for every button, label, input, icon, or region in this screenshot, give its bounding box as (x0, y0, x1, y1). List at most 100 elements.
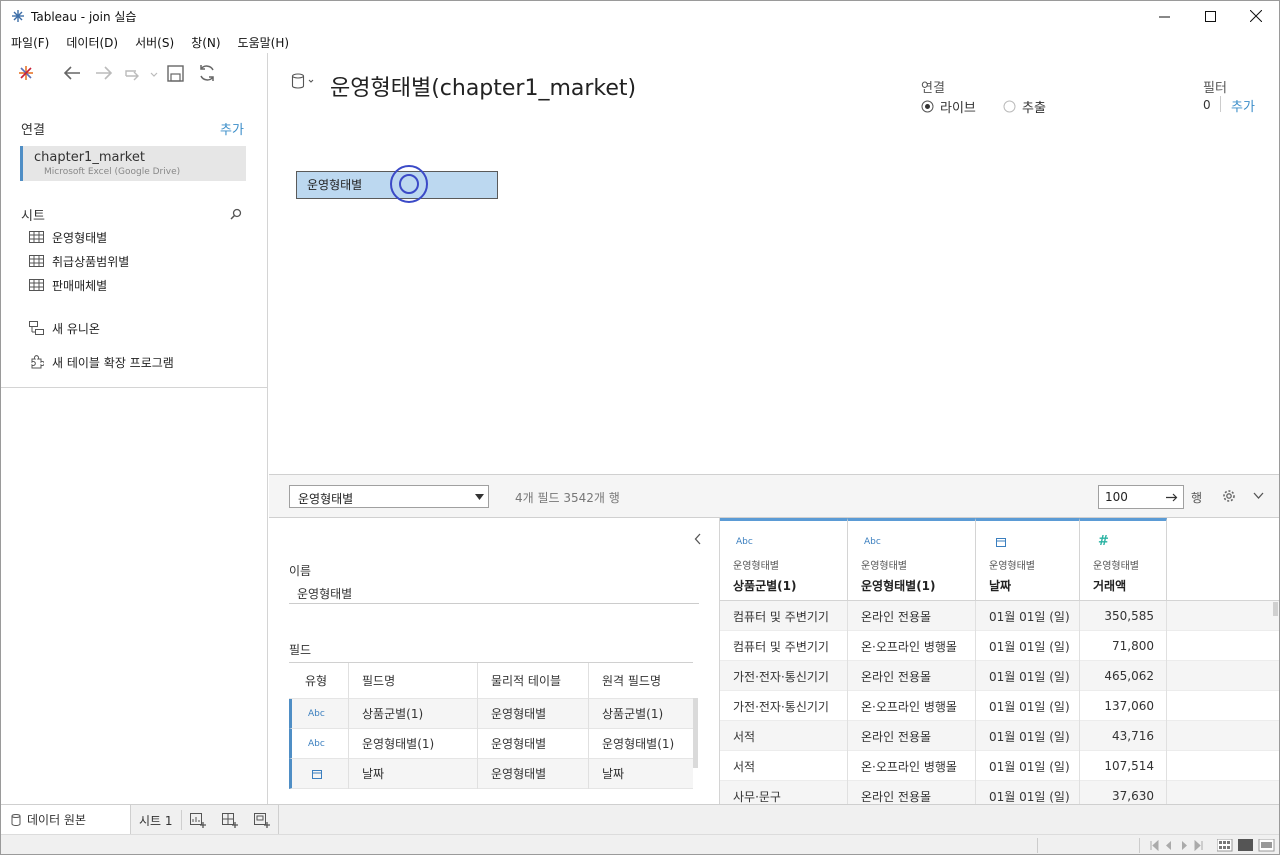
header-field-name[interactable]: 필드명 (349, 662, 478, 699)
table-cell[interactable]: 43,716 (1080, 721, 1167, 751)
header-remote-field[interactable]: 원격 필드명 (589, 663, 693, 699)
table-cell[interactable]: 465,062 (1080, 661, 1167, 691)
table-cell[interactable]: 01월 01일 (일) (976, 691, 1080, 721)
calendar-icon[interactable] (996, 537, 1006, 547)
table-cell[interactable]: 01월 01일 (일) (976, 721, 1080, 751)
table-cell[interactable]: 01월 01일 (일) (976, 631, 1080, 661)
chevron-down-icon[interactable] (1253, 492, 1264, 500)
table-cell[interactable]: 온·오프라인 병행몰 (848, 751, 976, 781)
table-cell[interactable]: 137,060 (1080, 691, 1167, 721)
back-arrow-icon[interactable] (63, 65, 81, 81)
type-string-icon[interactable]: Abc (736, 537, 753, 547)
field-name[interactable]: 상품군별(1) (349, 698, 478, 729)
table-cell[interactable]: 사무·문구 (720, 781, 848, 804)
maximize-button[interactable] (1187, 1, 1233, 31)
minimize-button[interactable] (1141, 1, 1187, 31)
tableau-home-icon[interactable] (18, 65, 34, 81)
table-row[interactable]: 가전·전자·통신기기 온라인 전용몰 01월 01일 (일) 465,062 (720, 661, 1279, 691)
table-cell[interactable]: 가전·전자·통신기기 (720, 661, 848, 691)
name-input[interactable]: 운영형태별 (289, 582, 699, 604)
sheet-item-1[interactable]: 운영형태별 (29, 227, 107, 247)
table-cell[interactable]: 350,585 (1080, 601, 1167, 631)
type-string-icon[interactable]: Abc (292, 698, 349, 729)
rows-input[interactable]: 100 (1098, 485, 1184, 509)
table-cell[interactable]: 01월 01일 (일) (976, 601, 1080, 631)
save-icon[interactable] (167, 65, 184, 82)
add-filter-link[interactable]: 추가 (1231, 96, 1255, 115)
table-cell[interactable]: 107,514 (1080, 751, 1167, 781)
tab-datasource[interactable]: 데이터 원본 (1, 805, 131, 834)
field-name[interactable]: 날짜 (349, 758, 478, 789)
table-cell[interactable]: 온·오프라인 병행몰 (848, 691, 976, 721)
column-header-2[interactable]: Abc 운영형태별 운영형태별(1) (848, 518, 976, 600)
header-physical-table[interactable]: 물리적 테이블 (478, 662, 589, 699)
new-worksheet-icon[interactable] (190, 812, 207, 828)
table-row[interactable]: 컴퓨터 및 주변기기 온라인 전용몰 01월 01일 (일) 350,585 (720, 601, 1279, 631)
gear-icon[interactable] (1222, 489, 1236, 503)
menu-server[interactable]: 서버(S) (135, 34, 174, 51)
live-radio[interactable]: 라이브 (921, 97, 976, 116)
menu-file[interactable]: 파일(F) (11, 34, 49, 51)
datasource-icon[interactable] (291, 73, 315, 91)
table-cell[interactable]: 온라인 전용몰 (848, 781, 976, 804)
table-cell[interactable]: 온·오프라인 병행몰 (848, 631, 976, 661)
table-cell[interactable]: 온라인 전용몰 (848, 661, 976, 691)
sheet-navigation-icon[interactable] (1149, 840, 1209, 851)
view-mode-icons[interactable] (1217, 839, 1275, 852)
chevron-left-icon[interactable] (694, 533, 702, 545)
table-row[interactable]: Abc 운영형태별(1) 운영형태별 운영형태별(1) (289, 728, 693, 759)
remote-field: 상품군별(1) (602, 706, 664, 721)
search-icon[interactable] (230, 208, 242, 220)
table-row[interactable]: 사무·문구 온라인 전용몰 01월 01일 (일) 37,630 (720, 781, 1279, 804)
table-row[interactable]: 서적 온라인 전용몰 01월 01일 (일) 43,716 (720, 721, 1279, 751)
datasource-title[interactable]: 운영형태별(chapter1_market) (330, 70, 636, 102)
table-row[interactable]: 가전·전자·통신기기 온·오프라인 병행몰 01월 01일 (일) 137,060 (720, 691, 1279, 721)
extract-radio[interactable]: 추출 (1003, 97, 1046, 116)
refresh-icon[interactable] (198, 64, 216, 82)
new-dashboard-icon[interactable] (222, 812, 239, 828)
table-select[interactable]: 운영형태별 (289, 485, 489, 508)
add-connection-link[interactable]: 추가 (220, 119, 244, 138)
fields-scrollbar[interactable] (693, 698, 698, 768)
table-cell[interactable]: 37,630 (1080, 781, 1167, 804)
table-cell[interactable]: 01월 01일 (일) (976, 751, 1080, 781)
column-header-3[interactable]: 운영형태별 날짜 (976, 518, 1080, 600)
table-cell[interactable]: 컴퓨터 및 주변기기 (720, 601, 848, 631)
table-row[interactable]: 날짜 운영형태별 날짜 (289, 758, 693, 789)
menu-help[interactable]: 도움말(H) (238, 34, 290, 51)
redo-dropdown-icon[interactable] (124, 65, 158, 81)
column-header-4[interactable]: # 운영형태별 거래액 (1080, 518, 1167, 600)
new-story-icon[interactable] (254, 812, 271, 828)
type-date-cell[interactable] (292, 758, 349, 789)
table-cell[interactable]: 01월 01일 (일) (976, 661, 1080, 691)
sheet-item-2[interactable]: 취급상품범위별 (29, 251, 129, 271)
field-name[interactable]: 운영형태별(1) (349, 728, 478, 759)
sheet-item-3[interactable]: 판매매체별 (29, 275, 107, 295)
tab-sheet1[interactable]: 시트 1 (139, 812, 173, 829)
number-type-icon[interactable]: # (1098, 534, 1109, 549)
table-cell[interactable]: 01월 01일 (일) (976, 781, 1080, 804)
table-row[interactable]: 컴퓨터 및 주변기기 온·오프라인 병행몰 01월 01일 (일) 71,800 (720, 631, 1279, 661)
menu-data[interactable]: 데이터(D) (66, 34, 118, 51)
type-string-icon[interactable]: Abc (292, 728, 349, 759)
table-row[interactable]: Abc 상품군별(1) 운영형태별 상품군별(1) (289, 698, 693, 729)
table-cell[interactable]: 71,800 (1080, 631, 1167, 661)
menu-window[interactable]: 창(N) (191, 34, 220, 51)
grid-scrollbar[interactable] (1273, 602, 1278, 616)
table-cell[interactable]: 온라인 전용몰 (848, 601, 976, 631)
header-type[interactable]: 유형 (289, 662, 349, 699)
type-string-icon[interactable]: Abc (864, 537, 881, 547)
column-header-1[interactable]: Abc 운영형태별 상품군별(1) (720, 518, 848, 600)
extract-label: 추출 (1022, 101, 1046, 116)
new-union-item[interactable]: 새 유니온 (29, 318, 100, 338)
close-button[interactable] (1233, 1, 1279, 31)
connection-item[interactable]: chapter1_market Microsoft Excel (Google … (20, 146, 246, 181)
table-cell[interactable]: 서적 (720, 721, 848, 751)
new-extension-item[interactable]: 새 테이블 확장 프로그램 (29, 352, 174, 372)
table-cell[interactable]: 온라인 전용몰 (848, 721, 976, 751)
table-cell[interactable]: 가전·전자·통신기기 (720, 691, 848, 721)
table-cell[interactable]: 컴퓨터 및 주변기기 (720, 631, 848, 661)
table-row[interactable]: 서적 온·오프라인 병행몰 01월 01일 (일) 107,514 (720, 751, 1279, 781)
table-cell[interactable]: 서적 (720, 751, 848, 781)
forward-arrow-icon[interactable] (95, 65, 113, 81)
